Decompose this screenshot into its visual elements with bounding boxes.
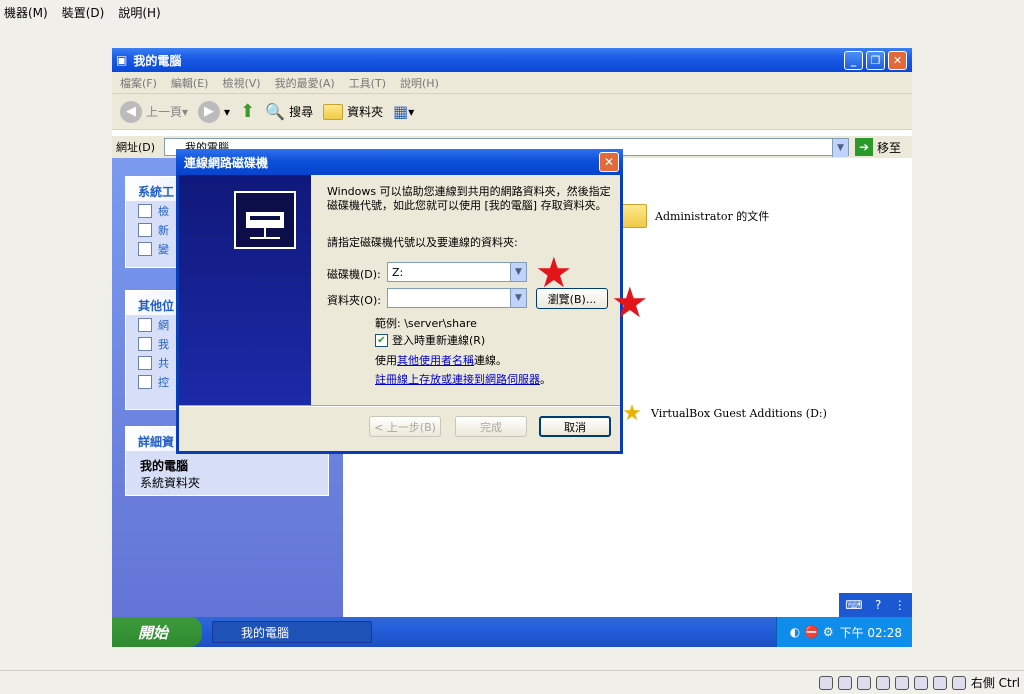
network-icon [138, 317, 152, 332]
control-panel-icon [138, 374, 152, 389]
menu-file[interactable]: 檔案(F) [120, 75, 157, 91]
cancel-button[interactable]: 取消 [539, 416, 611, 437]
folder-icon [323, 103, 344, 120]
other-user-line: 使用其他使用者名稱連線。 [375, 354, 507, 367]
network-drive-icon [234, 191, 296, 249]
dialog-titlebar: 連線網路磁碟機 ✕ [176, 149, 623, 175]
taskbar-item-my-computer[interactable]: 我的電腦 [212, 621, 372, 643]
usb-icon[interactable] [875, 675, 890, 690]
tray-icons[interactable]: ◐ ⛔ ⚙ [790, 625, 834, 639]
go-button[interactable]: ➔ 移至 [855, 138, 901, 156]
guest-screen: ▣ 我的電腦 _ ❐ ✕ 檔案(F) 編輯(E) 檢視(V) 我的最愛(A) 工… [112, 48, 912, 647]
other-user-link[interactable]: 其他使用者名稱 [397, 354, 474, 367]
explorer-title: 我的電腦 [133, 53, 182, 68]
chevron-down-icon[interactable]: ▼ [832, 139, 848, 157]
back-button[interactable]: < 上一步(B) [369, 416, 441, 437]
shared-folder-icon [138, 355, 152, 370]
explorer-toolbar: ◀ 上一頁 ▾ ▶ ▾ ⬆ 🔍 搜尋 資料夾 ▦ ▾ [112, 94, 912, 130]
menu-view[interactable]: 檢視(V) [222, 75, 260, 91]
chevron-down-icon[interactable]: ▼ [510, 289, 526, 307]
address-label: 網址(D) [116, 141, 156, 154]
hdd-icon[interactable] [818, 675, 833, 690]
close-button[interactable]: ✕ [888, 51, 907, 70]
menu-favorites[interactable]: 我的最愛(A) [275, 75, 335, 91]
shared-folder-icon[interactable] [894, 675, 909, 690]
display-icon[interactable] [913, 675, 928, 690]
menu-tools[interactable]: 工具(T) [349, 75, 386, 91]
start-button[interactable]: 開始 [112, 617, 202, 647]
up-button[interactable]: ⬆ [240, 101, 255, 122]
divider [179, 405, 620, 407]
example-text: 範例: \server\share [375, 317, 477, 330]
explorer-titlebar: ▣ 我的電腦 _ ❐ ✕ [112, 48, 912, 72]
host-key-label: 右側 Ctrl [970, 676, 1020, 690]
details-name: 我的電腦 [140, 459, 189, 473]
details-desc: 系統資料夾 [140, 476, 201, 490]
drive-select[interactable]: Z: ▼ [387, 262, 527, 282]
content-item-documents[interactable]: Administrator 的文件 [617, 204, 769, 228]
folder-label: 資料夾(O): [327, 294, 381, 307]
dialog-close-button[interactable]: ✕ [599, 152, 619, 172]
folders-button[interactable]: 資料夾 [323, 103, 383, 120]
signup-link[interactable]: 註冊線上存放或連接到網路伺服器 [375, 373, 540, 386]
signup-line: 註冊線上存放或連接到網路伺服器。 [375, 373, 551, 386]
documents-icon [138, 336, 152, 351]
host-menu-machine[interactable]: 機器(M) [4, 4, 48, 21]
computer-icon: ▣ [116, 53, 128, 67]
mouse-integration-icon[interactable] [932, 675, 947, 690]
host-statusbar: 右側 Ctrl [0, 670, 1024, 694]
menu-help[interactable]: 說明(H) [400, 75, 439, 91]
dialog-prompt: 請指定磁碟機代號以及要連線的資料夾: [327, 236, 518, 249]
options-icon[interactable]: ⋮ [894, 598, 906, 612]
help-icon[interactable]: ? [875, 598, 881, 612]
search-icon: 🔍 [265, 102, 286, 121]
wizard-banner [179, 175, 311, 405]
dialog-intro: Windows 可以協助您連線到共用的網路資料夾，然後指定磁碟機代號，如此您就可… [327, 185, 611, 212]
chevron-down-icon[interactable]: ▼ [510, 263, 526, 281]
keyboard-icon[interactable]: ⌨ [845, 598, 862, 612]
network-icon[interactable] [856, 675, 871, 690]
task-icon [138, 241, 152, 256]
host-menubar: 機器(M) 裝置(D) 說明(H) [0, 0, 1024, 24]
folder-input[interactable]: ▼ [387, 288, 527, 308]
cd-icon[interactable] [837, 675, 852, 690]
host-menu-help[interactable]: 說明(H) [118, 4, 160, 21]
language-bar: ⌨ ? ⋮ [839, 593, 912, 617]
reconnect-checkbox[interactable]: ✔ 登入時重新連線(R) [375, 332, 485, 348]
views-button[interactable]: ▦ ▾ [393, 102, 414, 121]
dialog-title: 連線網路磁碟機 [184, 155, 269, 170]
host-menu-devices[interactable]: 裝置(D) [62, 4, 105, 21]
clock[interactable]: 下午 02:28 [840, 624, 902, 641]
capture-icon[interactable] [951, 675, 966, 690]
map-network-drive-dialog: 連線網路磁碟機 ✕ Windows 可以協助您連線到共用的網路資料夾，然後指定磁… [176, 149, 623, 454]
forward-arrow-icon: ▶ [198, 100, 221, 123]
checkbox-check-icon: ✔ [375, 333, 388, 347]
minimize-button[interactable]: _ [844, 51, 863, 70]
back-arrow-icon: ◀ [120, 100, 142, 123]
task-icon [138, 203, 152, 218]
finish-button[interactable]: 完成 [455, 416, 527, 437]
drive-label: 磁碟機(D): [327, 268, 381, 281]
task-icon [138, 222, 152, 237]
go-arrow-icon: ➔ [855, 138, 873, 156]
taskbar: 開始 我的電腦 ◐ ⛔ ⚙ 下午 02:28 [112, 617, 912, 647]
system-tray: ◐ ⛔ ⚙ 下午 02:28 [776, 617, 912, 647]
up-folder-icon: ⬆ [240, 101, 256, 122]
annotation-star-icon: ★ [535, 248, 573, 297]
forward-button[interactable]: ▶ ▾ [198, 100, 230, 123]
menu-edit[interactable]: 編輯(E) [171, 75, 209, 91]
back-button[interactable]: ◀ 上一頁 ▾ [120, 100, 188, 123]
search-button[interactable]: 🔍 搜尋 [265, 102, 313, 121]
views-icon: ▦ [393, 102, 409, 121]
maximize-button[interactable]: ❐ [866, 51, 885, 70]
content-item-cd-drive[interactable]: ★ VirtualBox Guest Additions (D:) [617, 398, 827, 428]
explorer-menubar: 檔案(F) 編輯(E) 檢視(V) 我的最愛(A) 工具(T) 說明(H) [112, 72, 912, 94]
annotation-star-icon: ★ [611, 278, 649, 327]
